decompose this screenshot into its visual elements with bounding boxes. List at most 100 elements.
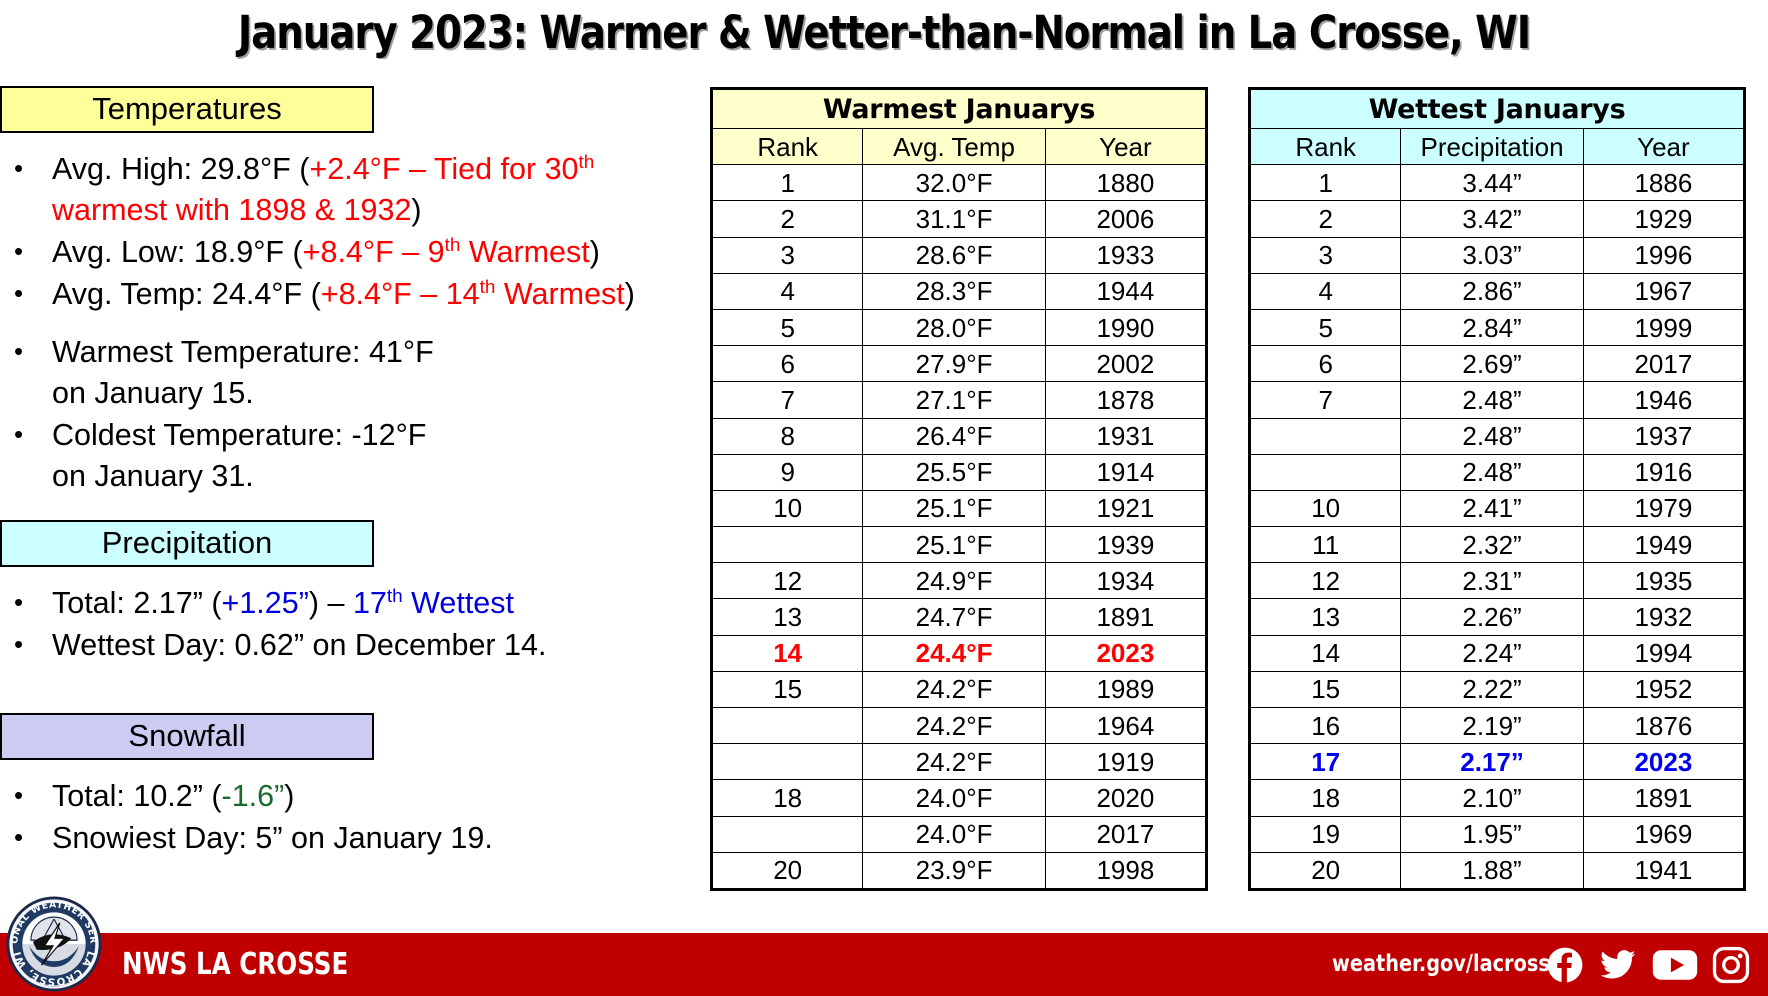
cell-year: 1996: [1582, 236, 1745, 274]
cell-year: 1932: [1582, 598, 1745, 636]
cell-value: 2.19”: [1400, 706, 1584, 745]
cell-value: 24.9°F: [862, 562, 1046, 600]
table-row: 3 3.03” 1996: [1249, 236, 1745, 274]
cell-rank: [711, 815, 864, 853]
cell-value: 28.0°F: [862, 308, 1046, 347]
footer-website-url[interactable]: weather.gov/lacrosse: [1332, 951, 1563, 977]
precip-total-rank: 17: [352, 586, 387, 620]
cell-value: 2.48”: [1400, 417, 1584, 455]
bullet-snowiest-day: Snowiest Day: 5” on January 19.: [0, 817, 710, 859]
bullet-avg-temp: Avg. Temp: 24.4°F (+8.4°F – 14th Warmest…: [0, 273, 710, 315]
cell-rank: [711, 526, 864, 564]
precip-total-rank-sup: th: [386, 585, 403, 607]
cell-rank: 12: [711, 562, 864, 600]
table-row: 24.0°F 2017: [711, 815, 1207, 853]
table-row: 12 2.31” 1935: [1249, 562, 1745, 600]
wettest-column-header-row: Rank Precipitation Year: [1249, 127, 1745, 166]
wettest-title-row: Wettest Januarys: [1250, 89, 1744, 129]
cell-year: 1952: [1582, 670, 1745, 709]
cell-value: 3.42”: [1400, 200, 1584, 238]
wettest-januarys-table: Wettest Januarys Rank Precipitation Year…: [1248, 87, 1746, 891]
table-row: 16 2.19” 1876: [1249, 706, 1745, 745]
cell-value: 2.69”: [1400, 345, 1584, 383]
cell-rank: 2: [711, 200, 864, 238]
cell-rank: 9: [711, 453, 864, 491]
table-row: 14 2.24” 1994: [1249, 634, 1745, 672]
cell-year: 2017: [1044, 815, 1207, 853]
avg-low-tail: ): [589, 235, 600, 269]
cell-rank: 14: [711, 634, 864, 672]
cell-rank: 13: [1249, 598, 1402, 636]
table-row: 3 28.6°F 1933: [711, 236, 1207, 274]
table-row: 13 2.26” 1932: [1249, 598, 1745, 636]
table-row: 4 28.3°F 1944: [711, 272, 1207, 310]
avg-temp-tail: ): [624, 277, 635, 311]
twitter-icon[interactable]: [1598, 946, 1638, 984]
cell-rank: 8: [711, 417, 864, 455]
avg-high-accent: +2.4°F – Tied for 30: [309, 152, 579, 186]
table-row: 6 2.69” 2017: [1249, 345, 1745, 383]
wettest-col-rank: Rank: [1249, 127, 1402, 166]
slide-canvas: January 2023: Warmer & Wetter-than-Norma…: [0, 0, 1768, 996]
table-row-highlighted: 17 2.17” 2023: [1249, 743, 1745, 781]
table-row: 6 27.9°F 2002: [711, 345, 1207, 383]
cell-year: 1969: [1582, 815, 1745, 853]
cell-year: 1886: [1582, 164, 1745, 202]
youtube-icon[interactable]: [1652, 946, 1698, 984]
cell-value: 24.2°F: [862, 743, 1046, 781]
cell-value: 25.5°F: [862, 453, 1046, 491]
table-row: 7 27.1°F 1878: [711, 381, 1207, 419]
cell-rank: 6: [1249, 345, 1402, 383]
cell-year: 1944: [1044, 272, 1207, 310]
cell-rank: 1: [711, 164, 864, 202]
cell-rank: 20: [1249, 851, 1402, 889]
cell-value: 2.10”: [1400, 779, 1584, 817]
table-row: 2 3.42” 1929: [1249, 200, 1745, 238]
cell-year: 2020: [1044, 779, 1207, 817]
section-header-temperatures: Temperatures: [0, 86, 374, 133]
cell-year: 1998: [1044, 851, 1207, 889]
cell-year: 1916: [1582, 453, 1745, 491]
table-row: 10 2.41” 1979: [1249, 489, 1745, 528]
cell-rank: 19: [1249, 815, 1402, 853]
cell-rank: 15: [711, 670, 864, 709]
cell-year: 1929: [1582, 200, 1745, 238]
table-row: 2 31.1°F 2006: [711, 200, 1207, 238]
bullet-snow-total: Total: 10.2” (-1.6”): [0, 775, 710, 817]
cell-value: 24.0°F: [862, 815, 1046, 853]
bullet-avg-low: Avg. Low: 18.9°F (+8.4°F – 9th Warmest): [0, 231, 710, 273]
avg-temp-accent2: Warmest: [495, 277, 625, 311]
cell-value: 32.0°F: [862, 164, 1046, 202]
cell-rank: [711, 706, 864, 745]
table-row: 25.1°F 1939: [711, 526, 1207, 564]
cell-value: 24.2°F: [862, 706, 1046, 745]
warmest-table-title: Warmest Januarys: [712, 89, 1206, 129]
bullet-warmest-temperature: Warmest Temperature: 41°F on January 15.: [0, 331, 460, 414]
cell-year: 1994: [1582, 634, 1745, 672]
cell-year: 1946: [1582, 381, 1745, 419]
cell-rank: 18: [1249, 779, 1402, 817]
cell-value: 2.32”: [1400, 526, 1584, 564]
snow-total-lead: Total: 10.2” (: [52, 779, 222, 813]
warmest-title-row: Warmest Januarys: [712, 89, 1206, 129]
cell-value: 25.1°F: [862, 526, 1046, 564]
cell-rank: 6: [711, 345, 864, 383]
avg-temp-accent: +8.4°F – 14: [320, 277, 480, 311]
cell-value: 3.44”: [1400, 164, 1584, 202]
cell-value: 2.41”: [1400, 489, 1584, 528]
instagram-icon[interactable]: [1712, 946, 1750, 984]
table-row: 1 32.0°F 1880: [711, 164, 1207, 202]
table-row: 18 24.0°F 2020: [711, 779, 1207, 817]
wettest-table-head: Wettest Januarys Rank Precipitation Year: [1249, 89, 1745, 166]
cell-year: 1876: [1582, 706, 1745, 745]
table-row: 19 1.95” 1969: [1249, 815, 1745, 853]
cell-rank: 3: [1249, 236, 1402, 274]
table-row: 4 2.86” 1967: [1249, 272, 1745, 310]
table-row: 11 2.32” 1949: [1249, 526, 1745, 564]
facebook-icon[interactable]: [1546, 946, 1584, 984]
cell-year: 1949: [1582, 526, 1745, 564]
table-row: 5 2.84” 1999: [1249, 308, 1745, 347]
precip-total-mid: ) –: [308, 586, 353, 620]
cell-year: 2023: [1044, 634, 1207, 672]
